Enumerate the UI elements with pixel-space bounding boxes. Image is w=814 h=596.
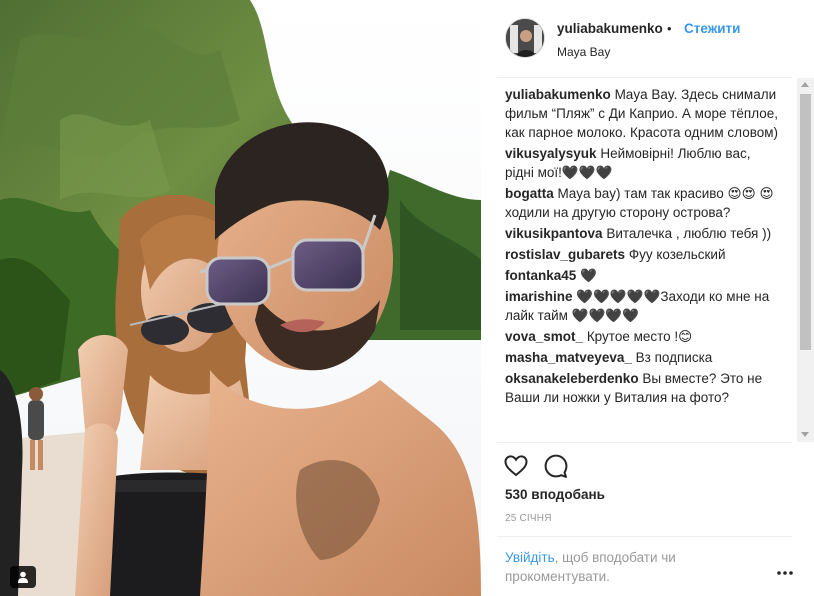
comment-text: 🖤: [580, 268, 597, 283]
likes-count[interactable]: 530 вподобань: [505, 487, 605, 502]
separator-dot: •: [667, 21, 672, 36]
comment-item: imarishine 🖤🖤🖤🖤🖤Заходи ко мне на лайк та…: [505, 287, 783, 325]
comment-item: fontanka45 🖤: [505, 266, 783, 285]
comment-text: Крутое место !😊: [586, 329, 693, 344]
comment-username[interactable]: masha_matveyeva_: [505, 350, 632, 365]
header-divider: [497, 77, 792, 78]
login-divider: [497, 536, 792, 537]
instagram-post-page: yuliabakumenko • Стежити Maya Bay yuliab…: [0, 0, 814, 596]
actions-divider: [497, 442, 792, 443]
comment-text: Вз подписка: [635, 350, 713, 365]
scroll-down-arrow-icon[interactable]: [801, 432, 809, 437]
post-username[interactable]: yuliabakumenko: [557, 21, 663, 36]
comment-item: vikusikpantova Виталечка , люблю тебя )): [505, 224, 783, 243]
post-date[interactable]: 25 СІЧНЯ: [505, 513, 552, 524]
scroll-up-arrow-icon[interactable]: [801, 82, 809, 87]
post-photo[interactable]: [0, 0, 481, 596]
avatar[interactable]: [505, 18, 545, 58]
user-tag-icon: [18, 571, 28, 583]
comment-username[interactable]: fontanka45: [505, 268, 576, 283]
follow-button[interactable]: Стежити: [684, 21, 740, 36]
post-side-panel: yuliabakumenko • Стежити Maya Bay yuliab…: [481, 0, 814, 596]
photo-illustration: [0, 0, 481, 596]
comment-item: masha_matveyeva_ Вз подписка: [505, 348, 783, 367]
comment-item: yuliabakumenko Maya Bay. Здесь снимали ф…: [505, 85, 783, 142]
comment-username[interactable]: imarishine: [505, 289, 573, 304]
comment-username[interactable]: vikusyalysyuk: [505, 146, 597, 161]
comments-list[interactable]: yuliabakumenko Maya Bay. Здесь снимали ф…: [505, 85, 783, 440]
post-header: yuliabakumenko • Стежити Maya Bay: [481, 0, 814, 78]
comment-button[interactable]: [543, 453, 569, 479]
comment-item: vova_smot_ Крутое место !😊: [505, 327, 783, 346]
avatar-image: [506, 19, 544, 57]
like-button[interactable]: [503, 453, 529, 479]
comment-username[interactable]: rostislav_gubarets: [505, 247, 625, 262]
heart-icon: [504, 455, 528, 477]
comment-item: vikusyalysyuk Неймовірні! Люблю вас, рід…: [505, 144, 783, 182]
comment-username[interactable]: bogatta: [505, 186, 554, 201]
comment-item: rostislav_gubarets Фуу козельский: [505, 245, 783, 264]
comment-username[interactable]: vikusikpantova: [505, 226, 603, 241]
comment-bubble-icon: [544, 454, 568, 478]
user-tag-button[interactable]: [10, 566, 36, 588]
comment-username[interactable]: oksanakeleberdenko: [505, 371, 639, 386]
post-location[interactable]: Maya Bay: [557, 45, 610, 59]
login-link[interactable]: Увійдіть: [505, 550, 555, 565]
comments-scrollbar[interactable]: [797, 78, 814, 442]
comment-item: oksanakeleberdenko Вы вместе? Это не Ваш…: [505, 369, 783, 407]
comment-text: Фуу козельский: [628, 247, 726, 262]
login-prompt: Увійдіть, щоб вподобати чи прокоментуват…: [505, 548, 735, 586]
more-options-button[interactable]: [776, 566, 794, 576]
comment-username[interactable]: vova_smot_: [505, 329, 583, 344]
more-options-icon: [777, 571, 793, 575]
comment-username[interactable]: yuliabakumenko: [505, 87, 611, 102]
comment-text: Виталечка , люблю тебя )): [606, 226, 772, 241]
comment-item: bogatta Maya bay) там так красиво 😍😍 😍 х…: [505, 184, 783, 222]
scrollbar-thumb[interactable]: [800, 94, 811, 350]
